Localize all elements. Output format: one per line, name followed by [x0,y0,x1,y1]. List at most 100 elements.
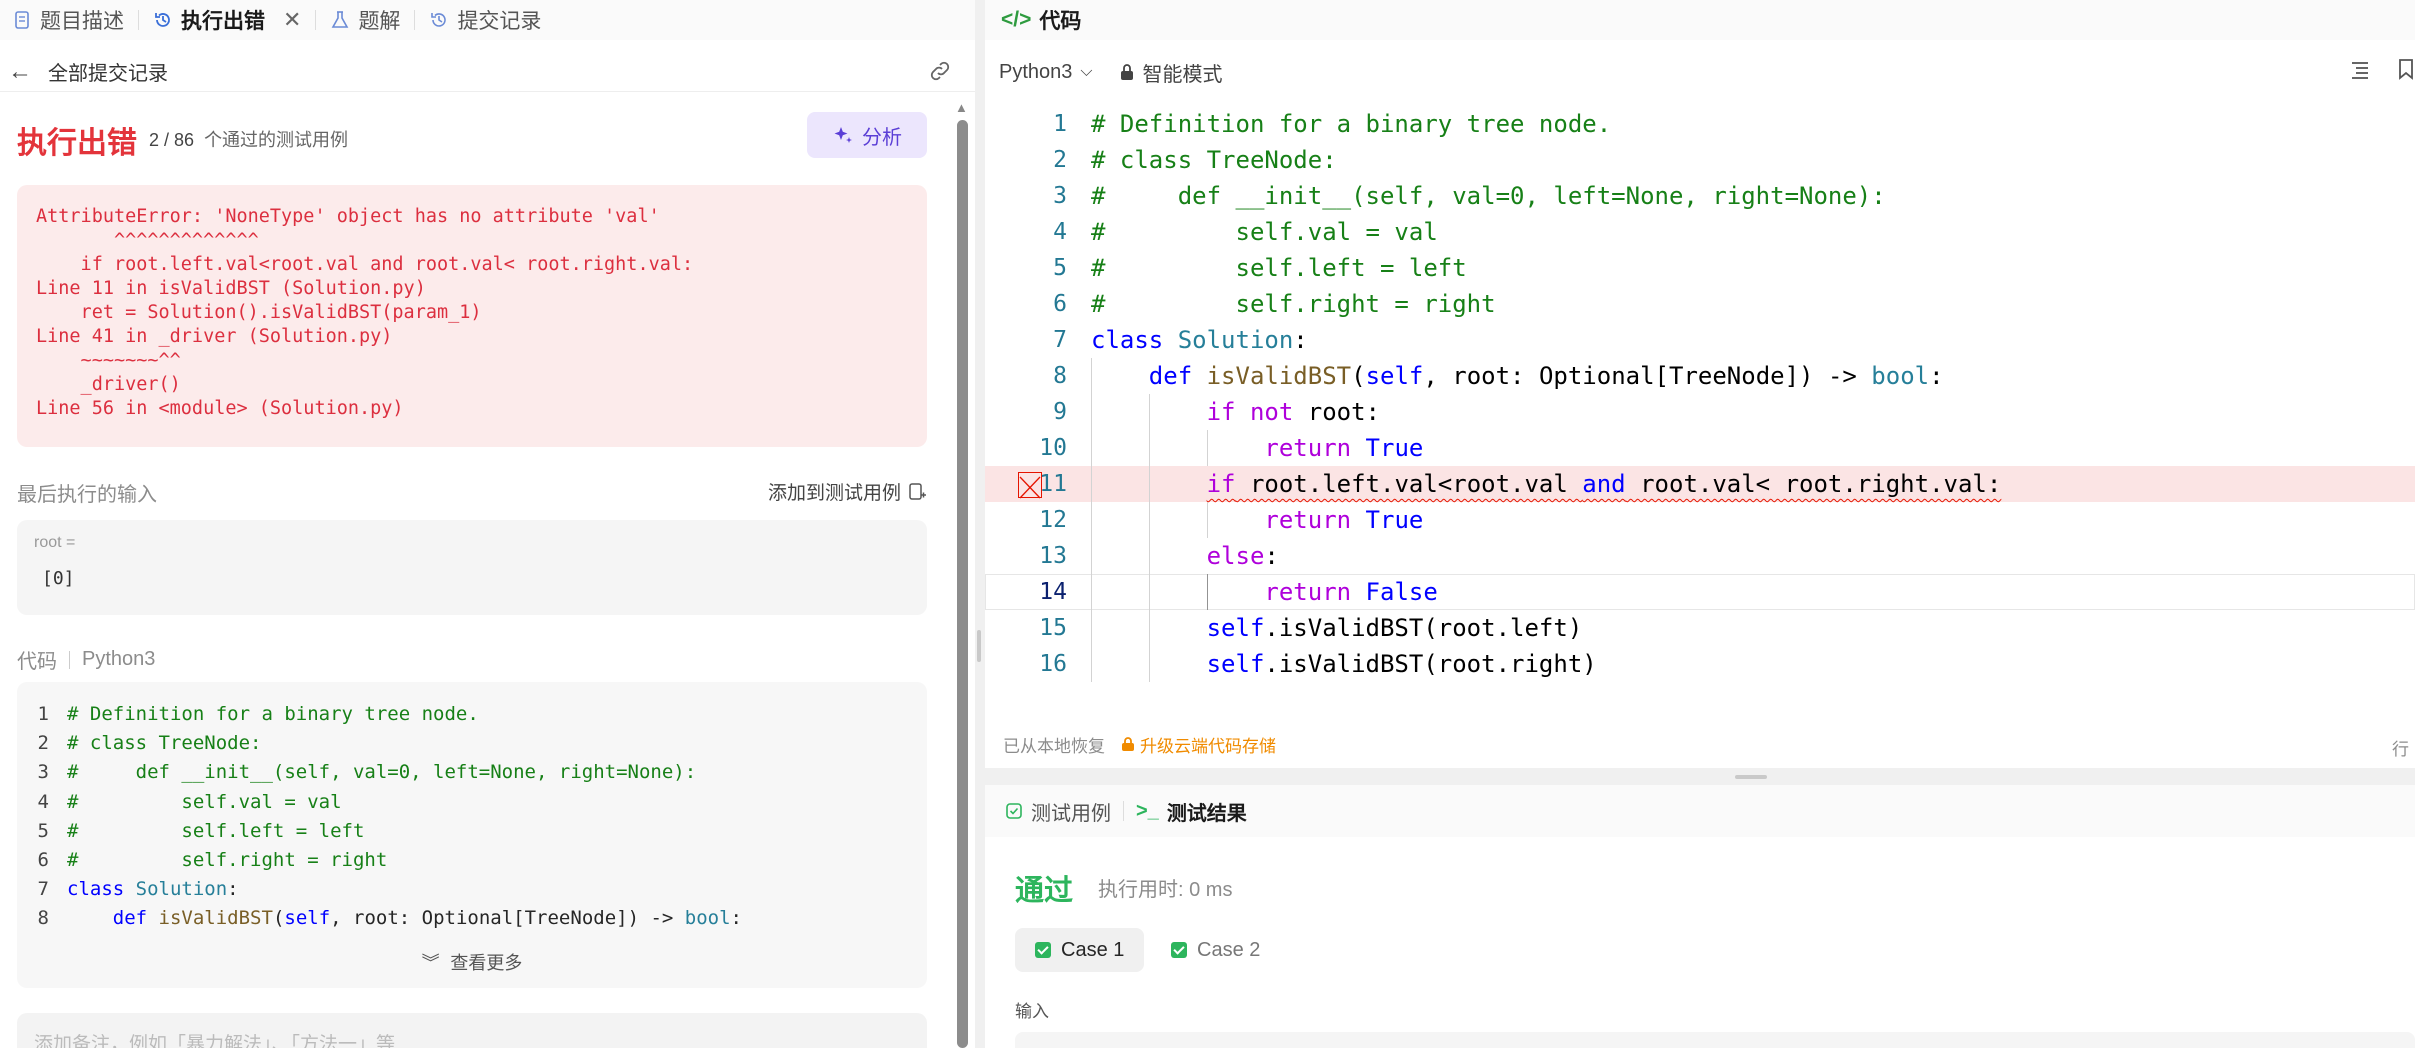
tab-divider [138,10,139,30]
editor-line[interactable]: 16 self.isValidBST(root.right) [985,646,2415,682]
scrollbar-thumb[interactable] [957,120,968,1048]
line-number: 15 [1039,615,1067,641]
result-status: 执行出错 [17,127,137,160]
editor-line[interactable]: 11 if root.left.val<root.val and root.va… [985,466,2415,502]
sparkle-icon [834,127,852,143]
case-tab-1[interactable]: Case 1 [1015,928,1145,972]
arrow-left-icon[interactable]: ← [8,58,32,86]
editor-line[interactable]: 7 class Solution: [985,322,2415,358]
terminal-icon: >_ [1136,799,1159,822]
code-line: 3 # def __init__(self, val=0, left=None, … [37,761,697,784]
editor-line[interactable]: 15 self.isValidBST(root.left) [985,610,2415,646]
editor-line[interactable]: 13 else: [985,538,2415,574]
line-number: 1 [1053,111,1067,137]
analyze-button[interactable]: 分析 [807,112,927,158]
add-to-testcase-button[interactable]: 添加到测试用例 [768,478,927,505]
format-icon[interactable] [2349,58,2371,80]
editor-toolbar: Python3 ⌵ 智能模式 [985,52,2415,92]
editor-status-bar: 已从本地恢复 升级云端代码存储 行 [985,730,2415,760]
line-text: # def __init__(self, val=0, left=None, r… [1091,182,1886,210]
results-tab-bar: 测试用例 >_ 测试结果 [985,785,2415,837]
line-number: 12 [1039,507,1067,533]
vertical-resize-handle[interactable] [977,630,981,662]
line-text: else: [1206,542,1279,570]
back-bar: ← 全部提交记录 [0,52,975,92]
editor-line[interactable]: 14 return False [985,574,2415,610]
tab-label: 提交记录 [457,10,542,33]
tab-solutions[interactable]: 题解 [330,0,400,40]
flask-icon [332,11,349,28]
restore-status: 已从本地恢复 [1003,736,1105,756]
line-text: # class TreeNode: [1091,146,1337,174]
input-label: 输入 [1015,1002,1049,1021]
line-text: if root.left.val<root.val and root.val< … [1206,470,2002,498]
history-icon [155,13,170,27]
link-icon[interactable] [927,60,953,82]
tab-description[interactable]: 题目描述 [12,0,124,40]
lock-icon [1120,64,1133,80]
close-icon[interactable]: ✕ [283,7,301,33]
line-number: 3 [1053,183,1067,209]
horizontal-resize-handle[interactable] [1735,775,1767,779]
chevron-down-icon: ⌵ [1080,63,1093,80]
error-marker-icon[interactable] [1018,472,1042,499]
result-header: 执行出错 2 / 86 个通过的测试用例 分析 [17,110,927,162]
tab-testcases[interactable]: 测试用例 [1005,797,1111,826]
param-value: [0] [42,568,75,589]
editor-line[interactable]: 8 def isValidBST(self, root: Optional[Tr… [985,358,2415,394]
line-number: 6 [1053,291,1067,317]
line-text: return True [1264,434,1424,462]
editor-line[interactable]: 4 # self.val = val [985,214,2415,250]
code-section-header: 代码 Python3 [17,645,155,674]
tab-test-results[interactable]: >_ 测试结果 [1136,797,1247,826]
code-section-label: 代码 [17,651,57,673]
test-results-panel: 测试用例 >_ 测试结果 通过 执行用时: 0 ms Case 1 Case 2… [985,785,2415,1048]
editor-line[interactable]: 1 # Definition for a binary tree node. [985,106,2415,142]
checkbox-icon [1006,803,1022,819]
code-line: 7 class Solution: [37,878,239,901]
tab-submissions[interactable]: 提交记录 [429,0,541,40]
code-icon: </> [1001,8,1032,31]
editor-line[interactable]: 3 # def __init__(self, val=0, left=None, … [985,178,2415,214]
editor-line[interactable]: 2 # class TreeNode: [985,142,2415,178]
language-select[interactable]: Python3 ⌵ [999,61,1093,84]
submitted-code-preview: 1 # Definition for a binary tree node. 2 #… [17,682,927,988]
last-input-label: 最后执行的输入 [17,484,157,506]
line-text: # self.val = val [1091,218,1438,246]
test-pass-count: 2 / 86 个通过的测试用例 [149,130,349,150]
code-line: 6 # self.right = right [37,849,388,872]
note-input[interactable]: 添加备注，例如「暴力解法」、「方法一」等 [17,1013,927,1048]
editor-line[interactable]: 5 # self.left = left [985,250,2415,286]
editor-right-tools [2349,58,2415,80]
submission-detail-panel: 题目描述 执行出错 ✕ 题解 提交记录 ← 全部提交记录 ▲ 执行出错 2 / … [0,0,975,1048]
line-text: # self.right = right [1091,290,1496,318]
code-line: 1 # Definition for a binary tree node. [37,703,479,725]
editor-line[interactable]: 12 return True [985,502,2415,538]
line-text: # Definition for a binary tree node. [1091,110,1612,138]
editor-line[interactable]: 10 return True [985,430,2415,466]
editor-line[interactable]: 9 if not root: [985,394,2415,430]
editor-line[interactable]: 6 # self.right = right [985,286,2415,322]
smart-mode-toggle[interactable]: 智能模式 [1119,58,1223,87]
divider [69,650,70,669]
case-tab-2[interactable]: Case 2 [1151,928,1280,972]
upgrade-storage-link[interactable]: 升级云端代码存储 [1121,732,1276,757]
add-file-icon [909,482,926,500]
tab-label: 题解 [358,10,401,33]
line-number: 14 [1039,579,1067,605]
left-tab-bar: 题目描述 执行出错 ✕ 题解 提交记录 [0,0,975,40]
error-message: AttributeError: 'NoneType' object has no… [17,185,927,447]
scroll-up-arrow[interactable]: ▲ [955,100,968,115]
tab-error-result[interactable]: 执行出错 ✕ [153,0,301,40]
editor-code-area[interactable]: 1 # Definition for a binary tree node. 2 # … [985,106,2415,682]
code-line: 4 # self.val = val [37,790,342,813]
line-number: 10 [1039,435,1067,461]
row-indicator: 行 [2392,740,2409,759]
tab-label: 题目描述 [40,10,124,33]
line-number: 16 [1039,651,1067,677]
bookmark-icon[interactable] [2397,58,2415,80]
show-more-button[interactable]: ︾ 查看更多 [17,949,927,978]
chevron-double-down-icon: ︾ [421,952,440,974]
line-text: return False [1264,578,1438,606]
back-link[interactable]: 全部提交记录 [48,57,168,86]
